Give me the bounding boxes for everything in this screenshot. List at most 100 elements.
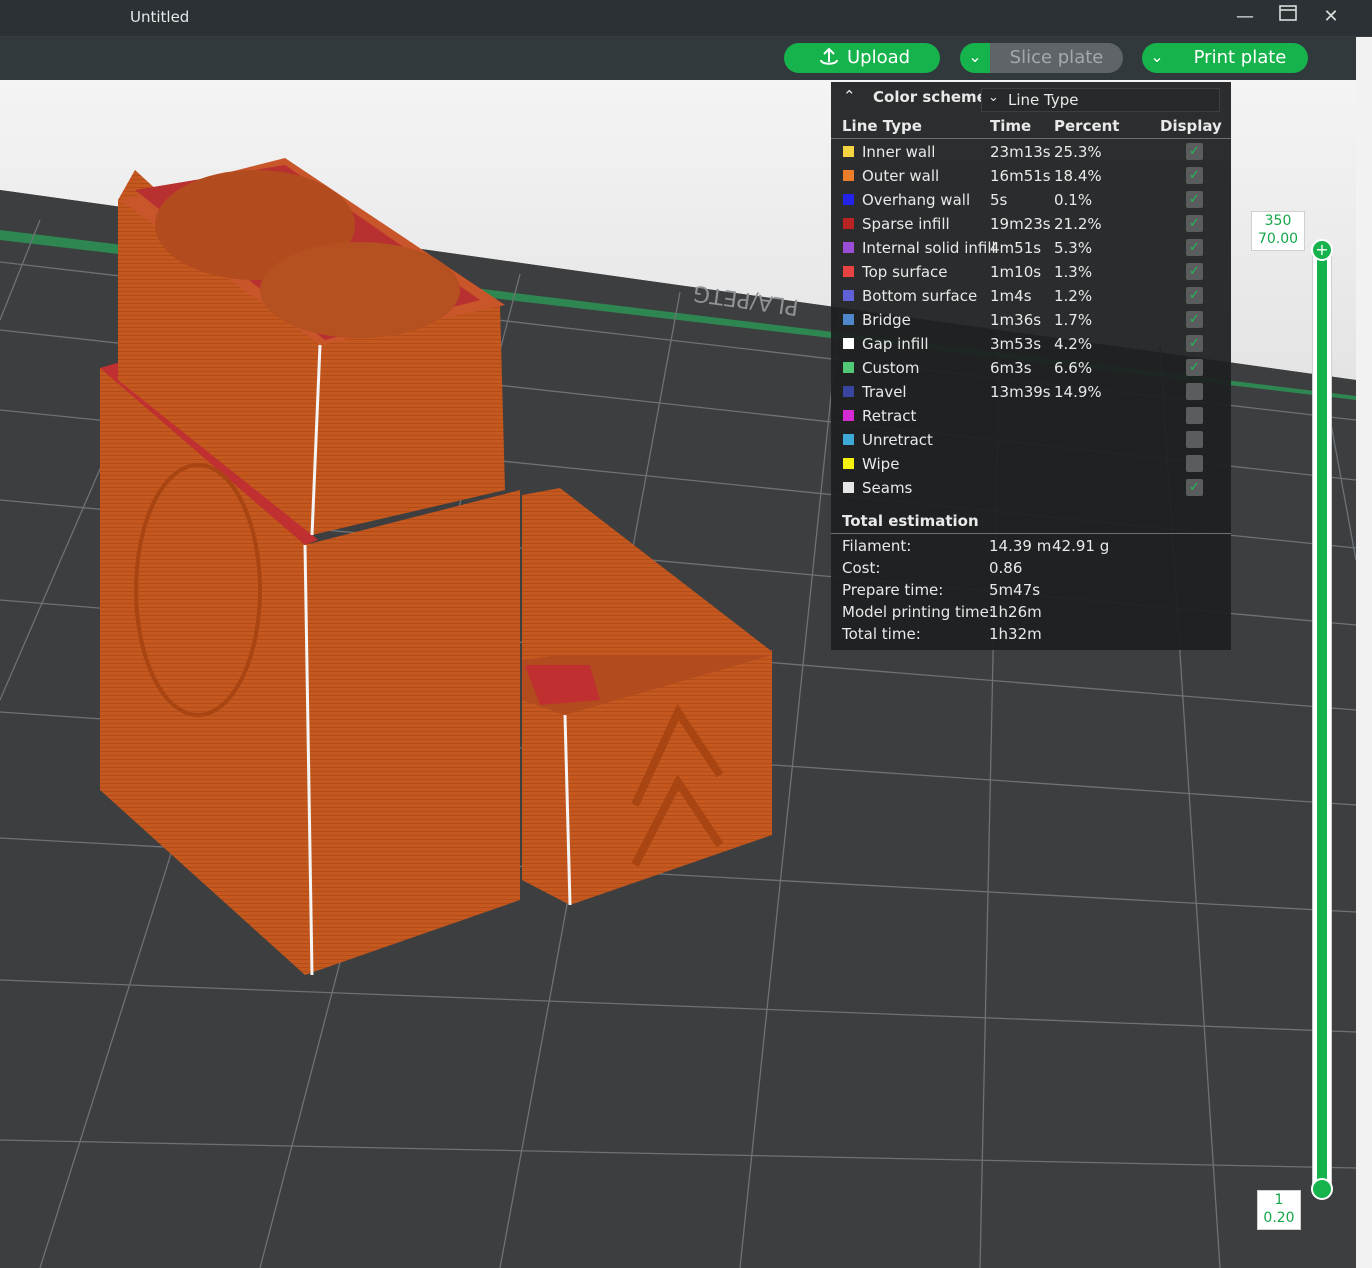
line-type-time: 16m51s [990, 167, 1051, 185]
minimize-icon[interactable]: — [1225, 4, 1265, 32]
display-checkbox[interactable] [1186, 431, 1203, 448]
legend-row: Inner wall 23m13s 25.3% ✓ [831, 140, 1231, 164]
color-swatch [843, 146, 854, 157]
line-type-name: Unretract [862, 431, 933, 449]
upload-label: Upload [847, 47, 911, 68]
line-type-percent: 4.2% [1054, 335, 1093, 353]
line-type-name: Travel [862, 383, 907, 401]
display-checkbox[interactable]: ✓ [1186, 287, 1203, 304]
color-swatch [843, 314, 854, 325]
display-checkbox[interactable] [1186, 383, 1203, 400]
line-type-time: 1m10s [990, 263, 1042, 281]
display-checkbox[interactable]: ✓ [1186, 263, 1203, 280]
legend-row: Top surface 1m10s 1.3% ✓ [831, 260, 1231, 284]
line-type-percent: 1.7% [1054, 311, 1093, 329]
legend-row: Overhang wall 5s 0.1% ✓ [831, 188, 1231, 212]
color-swatch [843, 410, 854, 421]
slice-plate-button[interactable]: Slice plate [990, 43, 1123, 73]
display-checkbox[interactable] [1186, 407, 1203, 424]
display-checkbox[interactable]: ✓ [1186, 191, 1203, 208]
display-checkbox[interactable]: ✓ [1186, 239, 1203, 256]
bottom-layer-height: 0.20 [1263, 1210, 1295, 1226]
estimation-row: Cost: 0.86 [842, 559, 1222, 581]
print-plate-button[interactable]: Print plate [1172, 43, 1308, 73]
estimation-label: Prepare time: [842, 581, 944, 599]
display-checkbox[interactable]: ✓ [1186, 311, 1203, 328]
line-type-time: 6m3s [990, 359, 1032, 377]
top-layer-tag: 350 70.00 [1251, 211, 1305, 251]
color-scheme-select[interactable]: ⌄ Line Type [981, 88, 1220, 112]
column-line-type: Line Type [842, 117, 922, 135]
maximize-icon[interactable] [1268, 4, 1308, 32]
slice-dropdown-button[interactable]: ⌄ [960, 43, 990, 73]
estimation-row: Model printing time: 1h26m [842, 603, 1222, 625]
color-swatch [843, 386, 854, 397]
legend-row: Bridge 1m36s 1.7% ✓ [831, 308, 1231, 332]
color-swatch [843, 434, 854, 445]
legend-row: Sparse infill 19m23s 21.2% ✓ [831, 212, 1231, 236]
legend-row: Bottom surface 1m4s 1.2% ✓ [831, 284, 1231, 308]
line-type-time: 19m23s [990, 215, 1051, 233]
bottom-layer-handle[interactable] [1311, 1178, 1333, 1200]
color-swatch [843, 458, 854, 469]
line-type-percent: 21.2% [1054, 215, 1102, 233]
line-type-time: 5s [990, 191, 1008, 209]
bottom-layer-number: 1 [1274, 1192, 1284, 1208]
upload-button[interactable]: Upload [784, 43, 940, 73]
legend-row: Retract [831, 404, 1231, 428]
color-swatch [843, 482, 854, 493]
display-checkbox[interactable]: ✓ [1186, 143, 1203, 160]
line-type-name: Wipe [862, 455, 900, 473]
legend-header[interactable]: ⌃ Color scheme ⌄ Line Type [831, 82, 1231, 114]
line-type-percent: 18.4% [1054, 167, 1102, 185]
legend-panel: ⌃ Color scheme ⌄ Line Type Line Type Tim… [831, 82, 1231, 650]
column-display: Display [1160, 117, 1222, 135]
line-type-time: 23m13s [990, 143, 1051, 161]
line-type-percent: 0.1% [1054, 191, 1093, 209]
estimation-value: 0.86 [989, 559, 1023, 577]
line-type-percent: 1.3% [1054, 263, 1093, 281]
estimation-value: 1h32m [989, 625, 1042, 643]
color-scheme-label: Color scheme [873, 88, 987, 106]
line-type-percent: 14.9% [1054, 383, 1102, 401]
estimation-value: 14.39 m [989, 537, 1052, 555]
line-type-time: 13m39s [990, 383, 1051, 401]
display-checkbox[interactable]: ✓ [1186, 359, 1203, 376]
line-type-name: Seams [862, 479, 913, 497]
display-checkbox[interactable]: ✓ [1186, 335, 1203, 352]
top-layer-number: 350 [1264, 213, 1292, 229]
estimation-label: Cost: [842, 559, 881, 577]
display-checkbox[interactable]: ✓ [1186, 167, 1203, 184]
line-type-name: Outer wall [862, 167, 940, 185]
print-dropdown-button[interactable]: ⌄ [1142, 43, 1172, 73]
legend-row: Gap infill 3m53s 4.2% ✓ [831, 332, 1231, 356]
color-swatch [843, 362, 854, 373]
legend-row: Custom 6m3s 6.6% ✓ [831, 356, 1231, 380]
close-icon[interactable]: ✕ [1311, 4, 1351, 32]
column-percent: Percent [1054, 117, 1120, 135]
display-checkbox[interactable]: ✓ [1186, 215, 1203, 232]
window-edge [1356, 37, 1372, 1268]
total-estimation-title: Total estimation [842, 512, 979, 530]
column-time: Time [990, 117, 1032, 135]
line-type-time: 1m36s [990, 311, 1042, 329]
title-bar: Untitled — ✕ [0, 0, 1372, 36]
color-swatch [843, 194, 854, 205]
top-layer-handle[interactable]: + [1311, 239, 1333, 261]
color-swatch [843, 218, 854, 229]
estimation-value: 5m47s [989, 581, 1041, 599]
display-checkbox[interactable]: ✓ [1186, 479, 1203, 496]
color-scheme-value: Line Type [1008, 91, 1079, 109]
estimation-label: Total time: [842, 625, 921, 643]
estimation-label: Model printing time: [842, 603, 994, 621]
collapse-icon[interactable]: ⌃ [843, 87, 856, 105]
color-swatch [843, 266, 854, 277]
line-type-percent: 6.6% [1054, 359, 1093, 377]
legend-row: Unretract [831, 428, 1231, 452]
display-checkbox[interactable] [1186, 455, 1203, 472]
color-swatch [843, 242, 854, 253]
line-type-name: Inner wall [862, 143, 936, 161]
bottom-layer-tag: 1 0.20 [1257, 1190, 1301, 1230]
layer-slider-range [1317, 252, 1327, 1190]
legend-row: Seams ✓ [831, 476, 1231, 500]
